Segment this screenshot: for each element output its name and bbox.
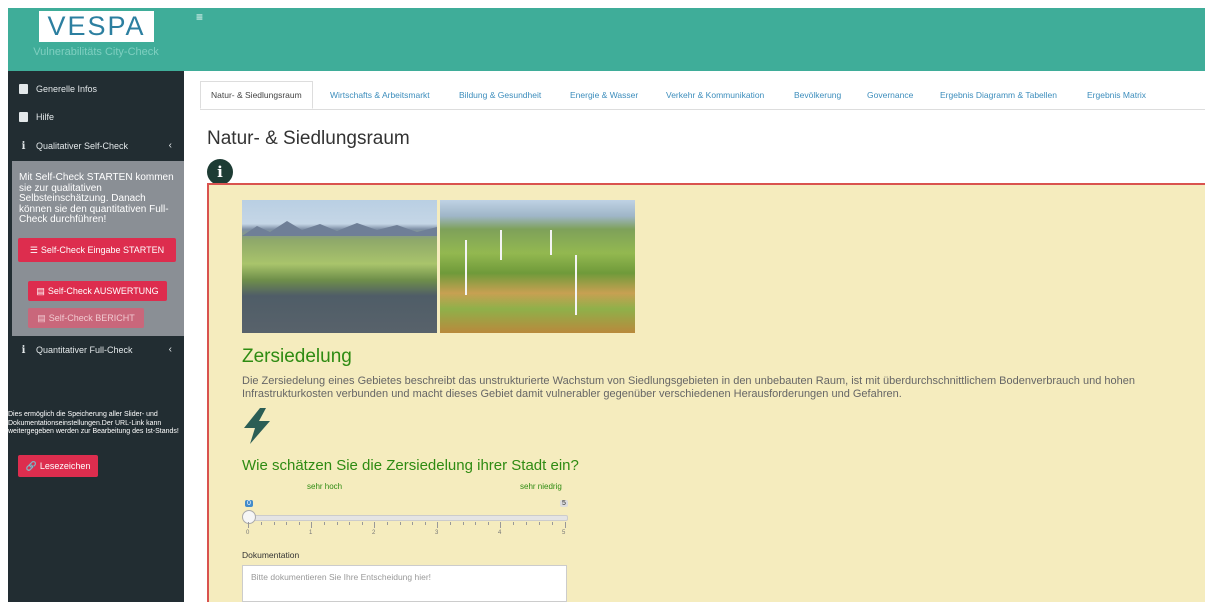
tab-ergebnis-diagramm-tabellen[interactable]: Ergebnis Diagramm & Tabellen	[940, 81, 1057, 109]
self-check-start-button[interactable]: ☰ Self-Check Eingabe STARTEN	[18, 238, 176, 262]
header-bar: VESPA Vulnerabilitäts City-Check ≡	[8, 8, 1205, 71]
page-title: Natur- & Siedlungsraum	[207, 128, 410, 149]
documentation-textarea[interactable]: Bitte dokumentieren Sie Ihre Entscheidun…	[242, 565, 567, 602]
tab-energie-wasser[interactable]: Energie & Wasser	[570, 81, 638, 109]
slider-minor-tick	[539, 522, 540, 525]
slider-tick	[565, 522, 566, 528]
wind-turbine	[575, 255, 577, 315]
slider-tick-label: 1	[309, 530, 313, 536]
wind-turbine	[465, 240, 467, 295]
sidebar-item-label: Quantitativer Full-Check	[36, 345, 133, 355]
slider-minor-tick	[274, 522, 275, 525]
sidebar-item-label: Qualitativer Self-Check	[36, 141, 129, 151]
vespa-logo[interactable]: VESPA	[39, 11, 154, 42]
chevron-left-icon: ‹	[168, 140, 172, 151]
slider-label-left: sehr hoch	[307, 482, 343, 491]
sidebar: Generelle Infos Hilfe i Qualitativer Sel…	[8, 71, 184, 602]
slider-tick	[374, 522, 375, 528]
bookmark-button-label: Lesezeichen	[39, 461, 91, 471]
slider-tick	[311, 522, 312, 528]
slider-minor-tick	[261, 522, 262, 525]
tab-ergebnis-matrix[interactable]: Ergebnis Matrix	[1087, 81, 1146, 109]
sidebar-item-label: Generelle Infos	[36, 84, 98, 94]
document-icon	[19, 112, 28, 122]
info-icon[interactable]: i	[207, 159, 233, 185]
document-icon	[19, 84, 28, 94]
sidebar-item-hilfe[interactable]: Hilfe	[8, 104, 184, 130]
sidebar-item-generelle-infos[interactable]: Generelle Infos	[8, 76, 184, 102]
bookmark-button[interactable]: 🔗 Lesezeichen	[18, 455, 98, 477]
sidebar-item-qualitativer-self-check[interactable]: i Qualitativer Self-Check ‹	[8, 133, 184, 159]
evaluation-button-label: Self-Check AUSWERTUNG	[47, 286, 159, 296]
mountain-silhouette	[242, 221, 437, 236]
section-heading: Zersiedelung	[242, 346, 352, 367]
tab-natur-siedlungsraum[interactable]: Natur- & Siedlungsraum	[200, 81, 313, 109]
self-check-panel: Mit Self-Check STARTEN kommen sie zur qu…	[12, 161, 184, 336]
tab-bar: Natur- & Siedlungsraum Wirtschafts & Arb…	[200, 81, 1205, 110]
slider-minor-tick	[387, 522, 388, 525]
zersiedelung-slider[interactable]	[248, 515, 568, 521]
wind-turbine	[550, 230, 552, 255]
menu-toggle-icon[interactable]: ≡	[196, 10, 203, 24]
app-subtitle: Vulnerabilitäts City-Check	[33, 46, 159, 58]
slider-minor-tick	[337, 522, 338, 525]
slider-minor-tick	[552, 522, 553, 525]
slider-tick	[437, 522, 438, 528]
question-text: Wie schätzen Sie die Zersiedelung ihrer …	[242, 457, 579, 474]
slider-minor-tick	[286, 522, 287, 525]
sliders-icon: ☰	[29, 244, 38, 255]
slider-tick-label: 4	[498, 530, 502, 536]
slider-minor-tick	[513, 522, 514, 525]
slider-ticks	[248, 522, 566, 530]
slider-tick	[500, 522, 501, 528]
document-icon: ▤	[37, 312, 46, 323]
slider-minor-tick	[299, 522, 300, 525]
self-check-evaluation-button[interactable]: ▤ Self-Check AUSWERTUNG	[28, 281, 167, 301]
slider-tick-label: 5	[562, 530, 566, 536]
info-icon: i	[21, 345, 26, 356]
logo-area: VESPA Vulnerabilitäts City-Check	[8, 8, 184, 71]
tab-governance[interactable]: Governance	[867, 81, 913, 109]
tab-bevoelkerung[interactable]: Bevölkerung	[794, 81, 841, 109]
slider-tick-label: 3	[435, 530, 439, 536]
tab-wirtschafts-arbeitsmarkt[interactable]: Wirtschafts & Arbeitsmarkt	[330, 81, 430, 109]
slider-minor-tick	[425, 522, 426, 525]
wind-farm-image	[440, 200, 635, 333]
lightning-bolt-icon	[244, 408, 270, 444]
tab-verkehr-kommunikation[interactable]: Verkehr & Kommunikation	[666, 81, 764, 109]
wind-turbine	[500, 230, 502, 260]
slider-label-right: sehr niedrig	[520, 482, 562, 491]
settlement-landscape-image	[242, 200, 437, 333]
section-description: Die Zersiedelung eines Gebietes beschrei…	[242, 375, 1135, 400]
slider-minor-tick	[324, 522, 325, 525]
slider-minor-tick	[526, 522, 527, 525]
slider-tick	[248, 522, 249, 528]
slider-minor-tick	[463, 522, 464, 525]
slider-minor-tick	[412, 522, 413, 525]
chevron-left-icon: ‹	[168, 344, 172, 355]
link-icon: 🔗	[25, 460, 37, 471]
self-check-report-button[interactable]: ▤ Self-Check BERICHT	[28, 308, 144, 328]
info-icon: i	[21, 141, 26, 152]
report-button-label: Self-Check BERICHT	[48, 313, 135, 323]
slider-minor-tick	[475, 522, 476, 525]
tab-bildung-gesundheit[interactable]: Bildung & Gesundheit	[459, 81, 541, 109]
sidebar-item-label: Hilfe	[36, 112, 55, 122]
slider-minor-tick	[488, 522, 489, 525]
bookmark-note: Dies ermöglich die Speicherung aller Sli…	[8, 411, 179, 435]
slider-minor-tick	[400, 522, 401, 525]
start-button-label: Self-Check Eingabe STARTEN	[40, 245, 165, 255]
slider-tick-label: 0	[246, 530, 250, 536]
slider-max-value: 5	[560, 500, 568, 507]
slider-minor-tick	[450, 522, 451, 525]
slider-minor-tick	[362, 522, 363, 525]
slider-current-value: 0	[245, 500, 253, 507]
document-icon: ▤	[36, 285, 45, 296]
documentation-label: Dokumentation	[242, 550, 300, 560]
panel-instructions: Mit Self-Check STARTEN kommen sie zur qu…	[19, 172, 174, 225]
slider-tick-label: 2	[372, 530, 376, 536]
sidebar-item-quantitativer-full-check[interactable]: i Quantitativer Full-Check ‹	[8, 337, 184, 363]
slider-minor-tick	[349, 522, 350, 525]
